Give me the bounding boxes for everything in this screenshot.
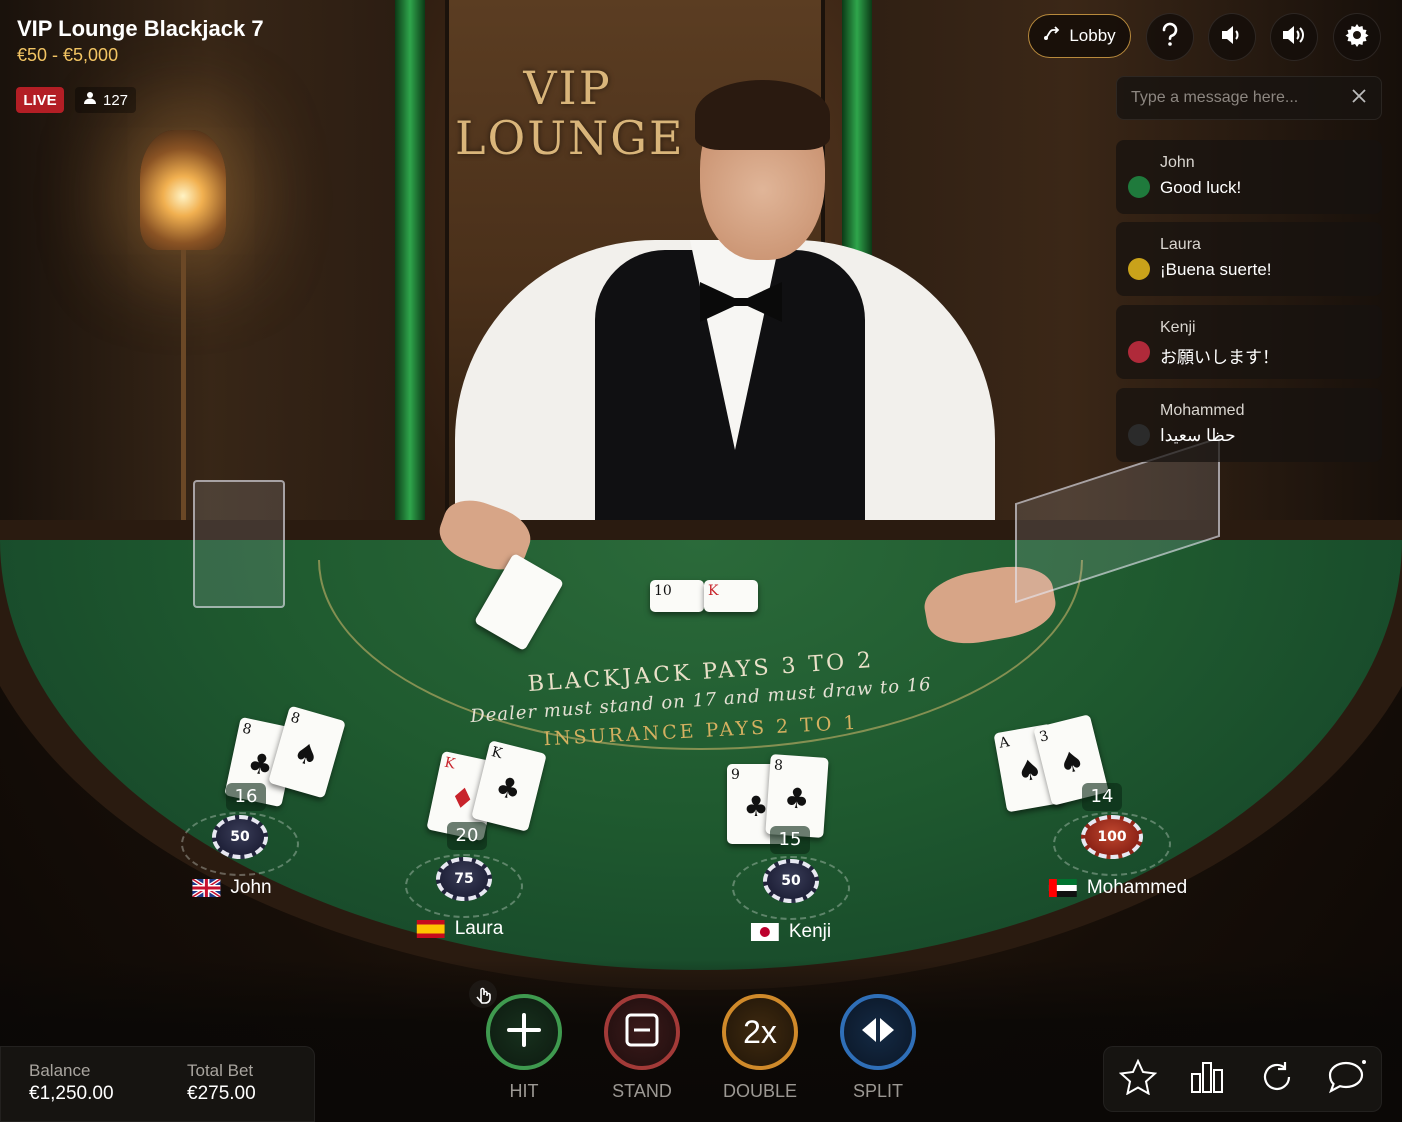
plus-icon — [506, 1012, 542, 1052]
chat-input[interactable]: Type a message here... — [1116, 76, 1382, 120]
viewer-count: 127 — [75, 87, 137, 113]
split-button[interactable] — [840, 994, 916, 1070]
double-label: DOUBLE — [722, 1081, 798, 1101]
lobby-icon — [1043, 25, 1061, 47]
lamp-pole — [181, 250, 186, 540]
total-bet-value: €275.00 — [187, 1083, 256, 1104]
lobby-button[interactable]: Lobby — [1028, 14, 1131, 58]
dealer-hair — [695, 80, 830, 150]
player-seat-kenji: Kenji — [750, 921, 831, 943]
volume-low-button[interactable] — [1208, 13, 1256, 61]
live-badge: LIVE — [16, 87, 64, 113]
discard-tray — [193, 480, 285, 608]
volume-high-button[interactable] — [1270, 13, 1318, 61]
settings-button[interactable] — [1333, 13, 1381, 61]
table-title: VIP Lounge Blackjack 7 — [17, 16, 264, 41]
chat-message: John Good luck! — [1116, 140, 1382, 214]
dealer-card: K — [704, 580, 758, 612]
user-icon — [83, 91, 97, 109]
refresh-icon — [1259, 1060, 1295, 1098]
total-bet-label: Total Bet — [187, 1061, 254, 1080]
close-icon[interactable] — [1351, 88, 1367, 109]
spain-flag-icon — [416, 920, 445, 938]
chat-icon — [1326, 1059, 1366, 1099]
balance-label: Balance — [29, 1061, 91, 1080]
bet-chip: 50 — [763, 859, 819, 903]
uk-flag-icon — [191, 877, 222, 899]
chat-placeholder: Type a message here... — [1131, 89, 1299, 106]
double-icon-text: 2x — [743, 1013, 777, 1050]
balance-panel: Balance €1,250.00 Total Bet €275.00 — [0, 1046, 315, 1122]
star-icon — [1118, 1058, 1158, 1099]
statistics-button[interactable] — [1183, 1056, 1231, 1102]
cursor-hand-icon — [469, 980, 497, 1008]
volume-low-icon — [1220, 24, 1244, 50]
chat-button[interactable] — [1322, 1056, 1370, 1102]
avatar — [1128, 341, 1150, 363]
favorite-button[interactable] — [1114, 1056, 1162, 1102]
wall-lamp — [140, 130, 226, 250]
chat-message: Mohammed حظا سعيدا — [1116, 388, 1382, 462]
player-seat-mohammed: Mohammed — [1048, 877, 1187, 899]
hit-label: HIT — [509, 1081, 539, 1101]
hand-score: 14 — [1082, 783, 1122, 811]
bet-chip: 75 — [436, 857, 492, 901]
stand-button[interactable] — [604, 994, 680, 1070]
player-seat-john: John — [191, 877, 272, 899]
japan-flag-icon — [750, 923, 779, 941]
help-button[interactable] — [1146, 13, 1194, 61]
bet-chip: 100 — [1081, 815, 1143, 859]
green-light-column — [395, 0, 425, 520]
split-label: SPLIT — [852, 1081, 904, 1101]
help-icon — [1158, 22, 1182, 52]
hand-score: 15 — [770, 826, 810, 854]
chat-message: Kenji お願いします！ — [1116, 305, 1382, 379]
stand-label: STAND — [612, 1081, 672, 1101]
volume-high-icon — [1281, 24, 1307, 50]
hand-score: 16 — [226, 783, 266, 811]
gear-icon — [1345, 23, 1369, 51]
uae-flag-icon — [1048, 879, 1077, 897]
split-arrows-icon — [858, 1016, 898, 1048]
bet-chip: 50 — [212, 815, 268, 859]
dealer-card: 10 — [650, 580, 704, 612]
double-button[interactable]: 2x — [722, 994, 798, 1070]
avatar — [1128, 424, 1150, 446]
avatar — [1128, 258, 1150, 280]
refresh-button[interactable] — [1253, 1056, 1301, 1102]
hit-button[interactable] — [486, 994, 562, 1070]
stats-icon — [1189, 1060, 1225, 1098]
minus-square-icon — [624, 1012, 660, 1052]
player-seat-laura: Laura — [416, 918, 503, 940]
table-limits: €50 - €5,000 — [17, 45, 119, 65]
avatar — [1128, 176, 1150, 198]
hand-score: 20 — [447, 822, 487, 850]
vip-lounge-sign: VIP LOUNGE — [455, 61, 685, 165]
balance-value: €1,250.00 — [29, 1083, 114, 1104]
chat-message: Laura ¡Buena suerte! — [1116, 222, 1382, 296]
